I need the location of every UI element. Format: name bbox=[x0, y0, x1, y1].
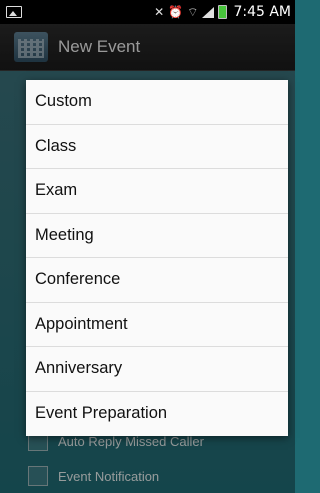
event-type-dropdown: Custom Class Exam Meeting Conference App… bbox=[26, 80, 288, 436]
option-meeting[interactable]: Meeting bbox=[26, 214, 288, 258]
option-anniversary[interactable]: Anniversary bbox=[26, 347, 288, 392]
alarm-icon: ⏰ bbox=[168, 5, 184, 19]
signal-icon bbox=[202, 6, 215, 18]
image-notification-icon bbox=[6, 6, 22, 18]
mute-icon: ✕ bbox=[154, 5, 165, 19]
option-class[interactable]: Class bbox=[26, 125, 288, 169]
option-custom[interactable]: Custom bbox=[26, 80, 288, 125]
option-appointment[interactable]: Appointment bbox=[26, 303, 288, 347]
option-exam[interactable]: Exam bbox=[26, 169, 288, 214]
option-event-preparation[interactable]: Event Preparation bbox=[26, 392, 288, 437]
battery-icon bbox=[218, 5, 228, 19]
status-time: 7:45 AM bbox=[233, 4, 291, 20]
status-icons: ✕ ⏰ ⌔ 7:45 AM bbox=[154, 4, 295, 20]
wifi-icon: ⌔ bbox=[187, 4, 199, 19]
status-bar: ✕ ⏰ ⌔ 7:45 AM bbox=[0, 0, 295, 24]
option-conference[interactable]: Conference bbox=[26, 258, 288, 303]
